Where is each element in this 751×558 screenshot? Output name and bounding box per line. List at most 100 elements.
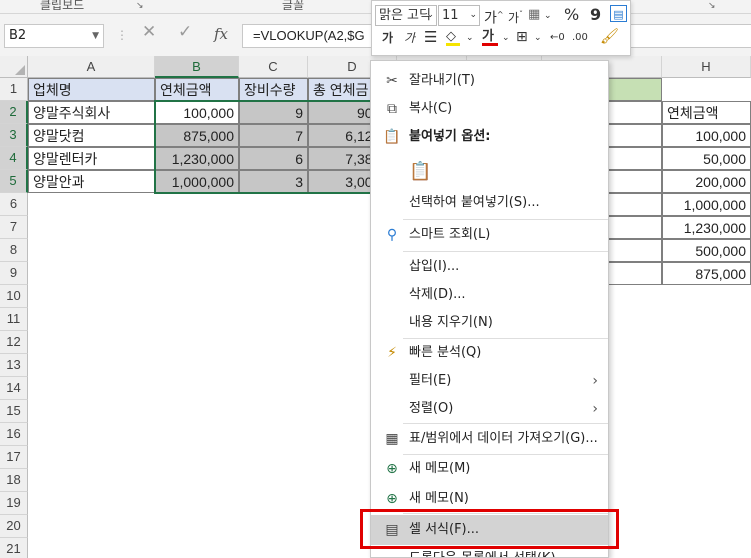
search-icon: ⚲ — [386, 227, 398, 243]
menu-item-new-note[interactable]: ⊕ 새 메모(M) — [371, 455, 608, 483]
menu-item-smart-lookup[interactable]: ⚲ 스마트 조회(L) — [371, 221, 608, 249]
alignment-launcher-icon[interactable]: ↘ — [708, 1, 716, 11]
menu-item-get-data[interactable]: ▦ 표/범위에서 데이터 가져오기(G)... — [371, 425, 608, 453]
column-header-a[interactable]: A — [28, 56, 155, 78]
insert-function-icon[interactable]: fx — [214, 25, 228, 43]
menu-item-clear[interactable]: 내용 지우기(N) — [371, 309, 608, 337]
menu-item-quick-analysis[interactable]: ⚡ 빠른 분석(Q) — [371, 339, 608, 367]
menu-item-filter[interactable]: 필터(E) › — [371, 367, 608, 395]
name-box[interactable]: B2 ▼ — [4, 24, 104, 48]
menu-item-smart-lookup-label: 스마트 조회(L) — [409, 227, 491, 242]
fill-color-icon[interactable]: ◇ — [446, 28, 460, 46]
column-header-c[interactable]: C — [239, 56, 308, 78]
cell-c5[interactable]: 3 — [239, 170, 308, 193]
font-color-button[interactable]: 가 — [482, 28, 498, 46]
menu-item-cut[interactable]: ✂ 잘라내기(T) — [371, 67, 608, 95]
row-header-4[interactable]: 4 — [0, 147, 28, 170]
number-format-icon[interactable]: ▦ — [528, 6, 540, 24]
align-center-icon[interactable]: ☰ — [424, 28, 437, 46]
menu-item-paste-special[interactable]: 선택하여 붙여넣기(S)... — [371, 189, 608, 217]
column-header-b[interactable]: B — [155, 56, 239, 78]
increase-decimal-icon[interactable]: ←0 — [550, 29, 565, 47]
row-header-18[interactable]: 18 — [0, 469, 28, 492]
menu-item-delete[interactable]: 삭제(D)... — [371, 281, 608, 309]
row-header-7[interactable]: 7 — [0, 216, 28, 239]
cell-h9[interactable]: 875,000 — [662, 262, 751, 285]
decrease-decimal-icon[interactable]: .00 — [572, 29, 588, 47]
row-header-10[interactable]: 10 — [0, 285, 28, 308]
row-header-20[interactable]: 20 — [0, 515, 28, 538]
cell-a4[interactable]: 양말렌터카 — [28, 147, 155, 170]
row-header-19[interactable]: 19 — [0, 492, 28, 515]
row-header-12[interactable]: 12 — [0, 331, 28, 354]
grow-font-label: 가 — [484, 10, 497, 27]
grow-font-button[interactable]: 가^ — [484, 6, 504, 28]
bold-button[interactable]: 가 — [382, 29, 393, 47]
cell-a1[interactable]: 업체명 — [28, 78, 155, 101]
menu-item-clear-label: 내용 지우기(N) — [409, 315, 493, 330]
menu-item-insert[interactable]: 삽입(I)... — [371, 253, 608, 281]
row-header-9[interactable]: 9 — [0, 262, 28, 285]
cell-c3[interactable]: 7 — [239, 124, 308, 147]
cell-h4[interactable]: 50,000 — [662, 147, 751, 170]
row-header-1[interactable]: 1 — [0, 78, 28, 101]
cell-a2[interactable]: 양말주식회사 — [28, 101, 155, 124]
font-name-select[interactable]: 맑은 고딕 ⌄ — [375, 5, 437, 26]
paste-option-button[interactable]: 📋 — [409, 161, 433, 185]
scissors-icon: ✂ — [386, 73, 398, 89]
menu-item-sort[interactable]: 정렬(O) › — [371, 395, 608, 423]
row-header-21[interactable]: 21 — [0, 538, 28, 558]
font-size-select[interactable]: 11 ⌄ — [438, 5, 480, 26]
cell-a5[interactable]: 양말안과 — [28, 170, 155, 193]
row-header-3[interactable]: 3 — [0, 124, 28, 147]
cell-b5[interactable]: 1,000,000 — [155, 170, 239, 193]
chevron-down-icon[interactable]: ⌄ — [534, 29, 542, 47]
shrink-font-button[interactable]: 가ˇ — [508, 6, 523, 27]
menu-item-copy[interactable]: ⧉ 복사(C) — [371, 95, 608, 123]
chevron-down-icon[interactable]: ⌄ — [544, 7, 552, 25]
cancel-icon[interactable]: ✕ — [142, 22, 156, 42]
row-header-6[interactable]: 6 — [0, 193, 28, 216]
highlight-box — [360, 509, 619, 549]
select-all-corner[interactable] — [0, 56, 28, 78]
comma-style-button[interactable]: 9 — [590, 6, 601, 24]
cell-h3[interactable]: 100,000 — [662, 124, 751, 147]
chevron-down-icon[interactable]: ▼ — [92, 25, 99, 47]
cell-h2[interactable]: 연체금액 — [662, 101, 751, 124]
row-header-2[interactable]: 2 — [0, 101, 28, 124]
row-header-14[interactable]: 14 — [0, 377, 28, 400]
borders-icon[interactable]: ⊞ — [516, 28, 528, 46]
clipboard-icon: 📋 — [409, 161, 432, 182]
cell-b1[interactable]: 연체금액 — [155, 78, 239, 101]
row-header-13[interactable]: 13 — [0, 354, 28, 377]
cell-b4[interactable]: 1,230,000 — [155, 147, 239, 170]
menu-item-paste-options: 📋 붙여넣기 옵션: — [371, 123, 608, 151]
percent-button[interactable]: % — [564, 6, 579, 24]
context-menu: ✂ 잘라내기(T) ⧉ 복사(C) 📋 붙여넣기 옵션: 📋 선택하여 붙여넣기… — [370, 60, 609, 558]
row-header-11[interactable]: 11 — [0, 308, 28, 331]
cell-c1[interactable]: 장비수량 — [239, 78, 308, 101]
cell-h8[interactable]: 500,000 — [662, 239, 751, 262]
chevron-down-icon[interactable]: ⌄ — [502, 29, 510, 47]
cell-h6[interactable]: 1,000,000 — [662, 193, 751, 216]
cell-a3[interactable]: 양말닷컴 — [28, 124, 155, 147]
cell-c4[interactable]: 6 — [239, 147, 308, 170]
row-header-15[interactable]: 15 — [0, 400, 28, 423]
column-header-h[interactable]: H — [662, 56, 751, 78]
clipboard-launcher-icon[interactable]: ↘ — [136, 1, 144, 11]
cell-h5[interactable]: 200,000 — [662, 170, 751, 193]
row-header-5[interactable]: 5 — [0, 170, 28, 193]
cell-c2[interactable]: 9 — [239, 101, 308, 124]
new-note-icon: ⊕ — [386, 491, 398, 507]
enter-icon[interactable]: ✓ — [178, 22, 192, 42]
italic-button[interactable]: 가 — [404, 29, 415, 47]
format-table-icon[interactable]: ▤ — [610, 5, 627, 22]
row-header-16[interactable]: 16 — [0, 423, 28, 446]
cell-h7[interactable]: 1,230,000 — [662, 216, 751, 239]
chevron-down-icon[interactable]: ⌄ — [466, 29, 474, 47]
row-header-8[interactable]: 8 — [0, 239, 28, 262]
row-header-17[interactable]: 17 — [0, 446, 28, 469]
cell-b3[interactable]: 875,000 — [155, 124, 239, 147]
format-painter-icon[interactable]: 🖌 — [600, 27, 619, 45]
cell-b2[interactable]: 100,000 — [155, 101, 239, 124]
